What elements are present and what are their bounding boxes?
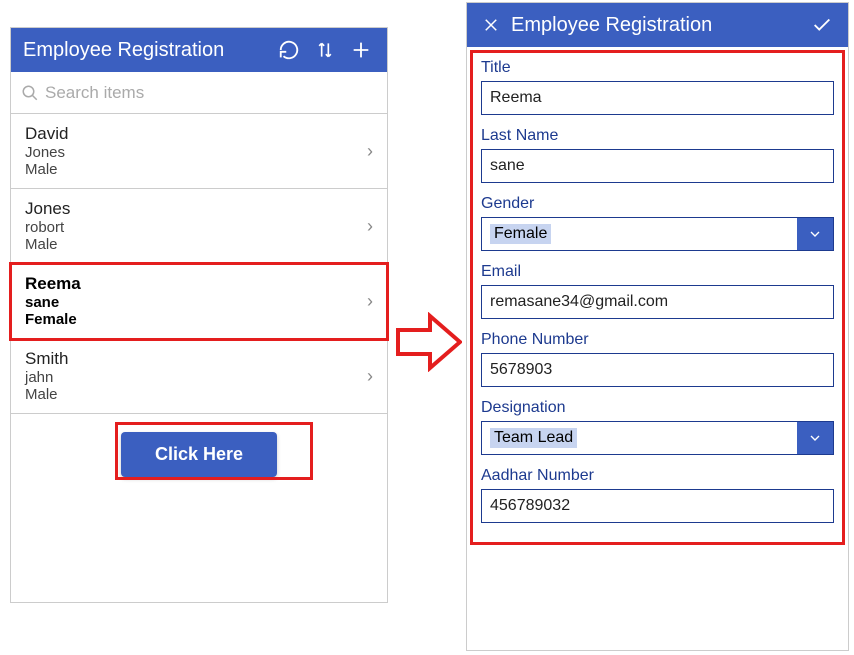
list-item[interactable]: Smith jahn Male ›	[11, 339, 387, 414]
refresh-icon[interactable]	[271, 32, 307, 68]
confirm-icon[interactable]	[804, 7, 840, 43]
item-first: Jones	[25, 199, 367, 219]
designation-value: Team Lead	[490, 428, 577, 448]
form-panel: Employee Registration Title Last Name Ge…	[466, 2, 849, 651]
arrow-right-icon	[396, 312, 462, 372]
chevron-down-icon	[797, 218, 833, 250]
gender-label: Gender	[481, 195, 834, 213]
item-last: Jones	[25, 144, 367, 161]
list-item[interactable]: Reema sane Female ›	[11, 264, 387, 339]
designation-select[interactable]: Team Lead	[481, 421, 834, 455]
chevron-down-icon	[797, 422, 833, 454]
sort-icon[interactable]	[307, 32, 343, 68]
item-gender: Male	[25, 161, 367, 178]
item-last: robort	[25, 219, 367, 236]
aadhar-label: Aadhar Number	[481, 467, 834, 485]
email-label: Email	[481, 263, 834, 281]
button-row: Click Here	[11, 414, 387, 477]
chevron-right-icon: ›	[367, 291, 373, 312]
item-first: David	[25, 124, 367, 144]
item-first: Reema	[25, 274, 367, 294]
phone-field[interactable]	[481, 353, 834, 387]
list-item[interactable]: Jones robort Male ›	[11, 189, 387, 264]
list-item[interactable]: David Jones Male ›	[11, 114, 387, 189]
item-last: jahn	[25, 369, 367, 386]
chevron-right-icon: ›	[367, 366, 373, 387]
list-title: Employee Registration	[19, 39, 271, 62]
form-body: Title Last Name Gender Female Email Phon…	[467, 47, 848, 535]
click-here-button[interactable]: Click Here	[121, 432, 277, 477]
lastname-field[interactable]	[481, 149, 834, 183]
item-gender: Female	[25, 311, 367, 328]
title-field[interactable]	[481, 81, 834, 115]
form-header: Employee Registration	[467, 3, 848, 47]
form-title: Employee Registration	[507, 14, 804, 37]
employee-list: David Jones Male › Jones robort Male › R…	[11, 114, 387, 414]
list-header: Employee Registration	[11, 28, 387, 72]
lastname-label: Last Name	[481, 127, 834, 145]
email-field[interactable]	[481, 285, 834, 319]
item-gender: Male	[25, 236, 367, 253]
gender-select[interactable]: Female	[481, 217, 834, 251]
item-first: Smith	[25, 349, 367, 369]
phone-label: Phone Number	[481, 331, 834, 349]
chevron-right-icon: ›	[367, 141, 373, 162]
close-icon[interactable]	[475, 7, 507, 43]
item-last: sane	[25, 294, 367, 311]
gender-value: Female	[490, 224, 551, 244]
item-gender: Male	[25, 386, 367, 403]
search-input[interactable]	[45, 83, 377, 103]
search-bar	[11, 72, 387, 114]
add-icon[interactable]	[343, 32, 379, 68]
title-label: Title	[481, 59, 834, 77]
list-panel: Employee Registration David Jones Male ›…	[10, 27, 388, 603]
designation-label: Designation	[481, 399, 834, 417]
aadhar-field[interactable]	[481, 489, 834, 523]
chevron-right-icon: ›	[367, 216, 373, 237]
search-icon	[21, 84, 39, 102]
